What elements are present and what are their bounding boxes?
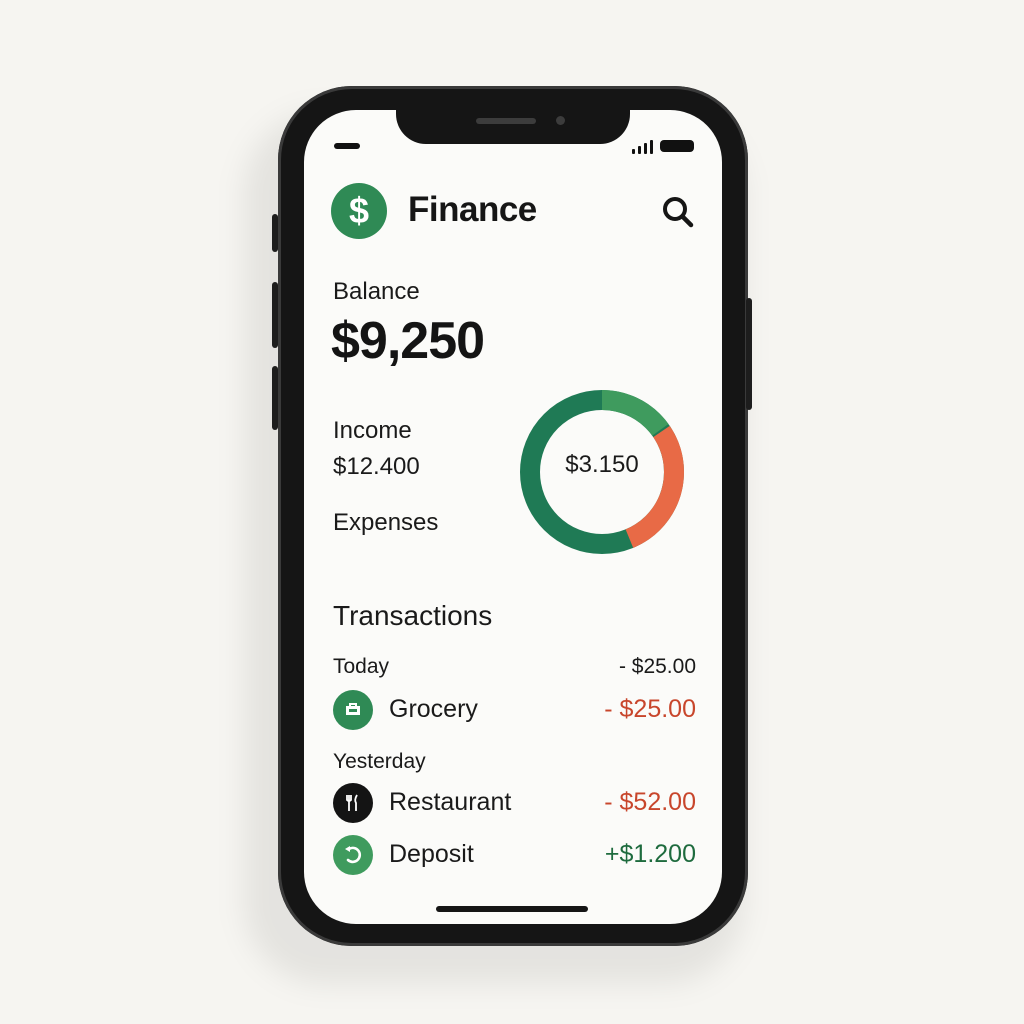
logo-glyph: $ [348,190,370,231]
mute-switch [272,214,278,252]
restaurant-icon [333,783,373,823]
earpiece [476,118,536,124]
group-total-today: - $25.00 [618,655,696,678]
balance-label: Balance [333,278,420,305]
search-icon[interactable] [658,192,698,232]
income-value: $12.400 [333,453,420,480]
front-camera [556,116,565,125]
signal-icon [632,140,654,154]
transaction-amount: +$1.200 [604,840,696,868]
dollar-icon: $ [331,183,387,239]
home-indicator[interactable] [436,906,588,912]
donut-center-value: $3.150 [565,451,639,478]
transaction-amount: - $25.00 [604,695,696,723]
deposit-icon [333,835,373,875]
volume-up-button [272,282,278,348]
volume-down-button [272,366,278,430]
balance-value: $9,250 [331,312,485,370]
transaction-name: Grocery [389,695,478,723]
group-label-yesterday: Yesterday [333,750,426,773]
battery-icon [660,140,694,152]
transaction-name: Deposit [389,840,474,868]
status-indicator [334,143,360,149]
notch [396,110,630,144]
power-button [746,298,752,410]
transaction-name: Restaurant [389,788,512,816]
grocery-icon [333,690,373,730]
group-label-today: Today [333,655,390,678]
expenses-label: Expenses [333,509,439,536]
app-title: Finance [408,190,537,229]
transaction-amount: - $52.00 [604,788,696,816]
transactions-title: Transactions [333,600,493,631]
phone-screen: $ Finance Balance $9,250 Income $12.400 … [304,110,722,924]
income-label: Income [333,417,412,444]
